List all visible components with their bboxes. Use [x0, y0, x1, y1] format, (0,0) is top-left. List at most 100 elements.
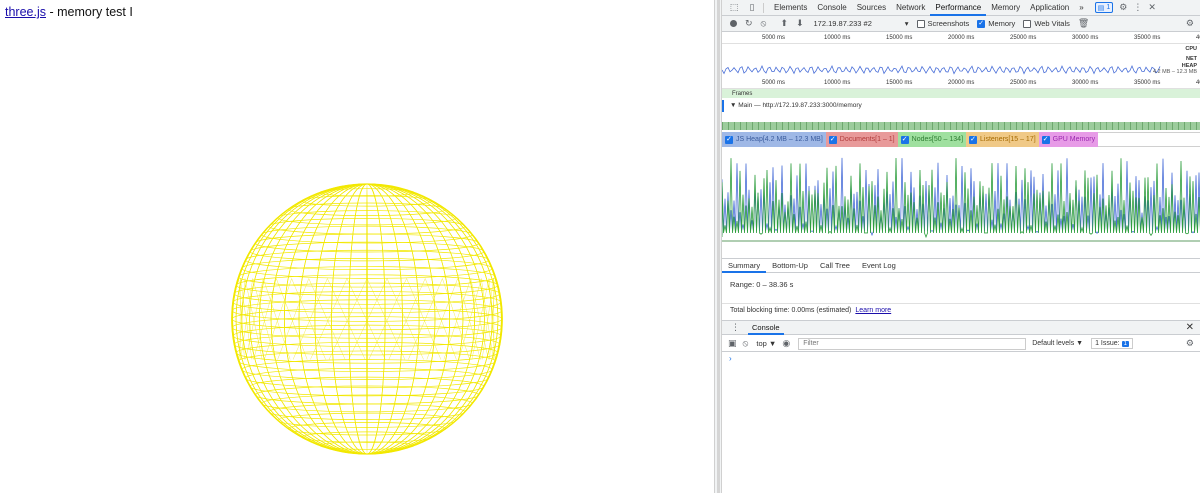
range-summary: Range: 0 – 38.36 s: [730, 280, 794, 289]
console-prompt[interactable]: ›: [722, 354, 1200, 364]
counter-graph-canvas: [721, 157, 1200, 242]
details-tabs: Summary Bottom-Up Call Tree Event Log: [722, 258, 1200, 273]
frames-track[interactable]: Frames: [722, 88, 1200, 98]
heap-overview: HEAP 4.2 MB – 12.3 MB: [721, 62, 1200, 77]
tbt-text: Total blocking time: 0.00ms (estimated): [730, 307, 852, 314]
settings-icon[interactable]: ⚙: [1119, 2, 1127, 13]
counter-toggle[interactable]: ✓ JS Heap[4.2 MB – 12.3 MB]: [722, 132, 826, 147]
heap-overview-graph: [721, 64, 1161, 75]
log-levels-select[interactable]: Default levels ▼: [1032, 340, 1083, 347]
close-devtools-icon[interactable]: ✕: [1148, 2, 1156, 13]
checkbox-box: ✓: [725, 135, 733, 144]
web-vitals-label: Web Vitals: [1034, 19, 1070, 28]
console-filter-input[interactable]: Filter: [798, 337, 1027, 350]
devtools-tabbar: ⬚ ▯ Elements Console Sources Network Per…: [722, 0, 1200, 16]
capture-settings-icon[interactable]: ⚙: [1186, 18, 1194, 29]
cpu-overview: CPU NET: [722, 43, 1200, 62]
chevron-down-icon: ▾: [904, 19, 909, 28]
ruler-tick-label: 35000 ms: [1134, 80, 1161, 86]
ruler-tick-label: 10000 ms: [824, 80, 851, 86]
memory-label: Memory: [988, 19, 1016, 28]
issues-badge[interactable]: ▤ 1: [1094, 2, 1114, 13]
counter-toggle[interactable]: ✓ Listeners[15 – 17]: [966, 132, 1039, 147]
checkbox-box: ✓: [1041, 135, 1050, 144]
tab-performance[interactable]: Performance: [930, 0, 987, 16]
ruler-tick-label: 20000 ms: [948, 35, 975, 41]
issues-label: 1 Issue:: [1095, 340, 1120, 347]
tab-memory[interactable]: Memory: [986, 0, 1025, 16]
tab-event-log[interactable]: Event Log: [856, 258, 902, 273]
console-settings-icon[interactable]: ⚙: [1186, 338, 1194, 349]
checkbox-box: ✓: [969, 135, 978, 144]
record-button[interactable]: [730, 20, 737, 27]
drawer-tab-console[interactable]: Console: [748, 320, 784, 335]
checkbox-box: ✓: [900, 135, 909, 144]
page-viewport: three.js - memory test I: [0, 0, 714, 493]
counter-label: Nodes[50 – 134]: [911, 136, 964, 143]
page-title-suffix: - memory test I: [46, 5, 133, 19]
threejs-link[interactable]: three.js: [5, 5, 46, 19]
more-tabs-button[interactable]: »: [1074, 0, 1088, 16]
heap-range-label: 4.2 MB – 12.3 MB: [1152, 69, 1197, 75]
sphere-canvas: [231, 183, 503, 455]
ruler-tick-label: 30000 ms: [1072, 35, 1099, 41]
memory-counters: ✓ JS Heap[4.2 MB – 12.3 MB] ✓ Documents[1 –…: [722, 132, 1200, 147]
ruler-tick-label: 25000 ms: [1010, 80, 1037, 86]
tab-elements[interactable]: Elements: [769, 0, 812, 16]
eye-icon[interactable]: ◉: [782, 338, 790, 349]
tab-application[interactable]: Application: [1025, 0, 1074, 16]
tab-sources[interactable]: Sources: [852, 0, 891, 16]
frames-label: Frames: [732, 91, 753, 97]
counter-label: Listeners[15 – 17]: [980, 136, 1036, 143]
tab-bottom-up[interactable]: Bottom-Up: [766, 258, 814, 273]
wireframe-sphere: [228, 180, 506, 458]
ruler-tick-label: 30000 ms: [1072, 80, 1099, 86]
message-icon: ▤: [1097, 4, 1105, 12]
counter-label: JS Heap[4.2 MB – 12.3 MB]: [736, 136, 823, 143]
inspect-icon[interactable]: ⬚: [728, 2, 740, 14]
upload-icon[interactable]: ⬆: [780, 18, 788, 29]
issues-badge-count: 1: [1106, 4, 1111, 11]
total-blocking-time: Total blocking time: 0.00ms (estimated) L…: [722, 303, 1200, 317]
counter-toggle[interactable]: ✓ Nodes[50 – 134]: [897, 132, 967, 147]
device-toolbar-icon[interactable]: ▯: [746, 2, 758, 14]
checkbox-box: ✓: [828, 135, 837, 144]
counter-label: Documents[1 – 1]: [839, 136, 895, 143]
main-thread-track[interactable]: ▼ Main — http://172.19.87.233:3000/memor…: [722, 100, 1200, 112]
counter-toggle[interactable]: ✓ Documents[1 – 1]: [825, 132, 898, 147]
drawer-header: ⋮ Console ✕: [722, 320, 1200, 335]
ruler-tick-label: 25000 ms: [1010, 35, 1037, 41]
drawer-menu-icon[interactable]: ⋮: [731, 322, 740, 333]
tab-network[interactable]: Network: [891, 0, 930, 16]
console-toolbar: ▣ ⦸ top ▼ ◉ Filter Default levels ▼ 1 Is…: [722, 336, 1200, 352]
tab-call-tree[interactable]: Call Tree: [814, 258, 856, 273]
ruler-tick-label: 4000: [1196, 80, 1200, 86]
trash-icon[interactable]: 🗑: [1078, 18, 1089, 29]
ruler-tick-label: 35000 ms: [1134, 35, 1161, 41]
clear-icon[interactable]: ⦸: [761, 18, 767, 29]
issues-count: 1: [1121, 340, 1129, 347]
reload-record-icon[interactable]: ↻: [745, 18, 753, 29]
close-drawer-icon[interactable]: ✕: [1186, 322, 1194, 333]
devtools-panel: ⬚ ▯ Elements Console Sources Network Per…: [721, 0, 1200, 493]
counter-toggle[interactable]: ✓ GPU Memory: [1038, 132, 1099, 147]
tab-summary[interactable]: Summary: [722, 258, 767, 273]
more-options-icon[interactable]: ⋮: [1133, 2, 1142, 13]
ruler-tick-label: 20000 ms: [948, 80, 975, 86]
clear-console-icon[interactable]: ⦸: [743, 338, 749, 349]
learn-more-link[interactable]: Learn more: [855, 307, 891, 314]
web-vitals-checkbox[interactable]: Web Vitals: [1023, 19, 1070, 28]
sidebar-toggle-icon[interactable]: ▣: [728, 338, 737, 349]
issues-counter[interactable]: 1 Issue: 1: [1091, 338, 1133, 349]
counter-label: GPU Memory: [1052, 136, 1096, 143]
recording-select[interactable]: 172.19.87.233 #2 ▾: [814, 19, 909, 28]
screenshots-label: Screenshots: [927, 19, 970, 28]
memory-checkbox[interactable]: ✓ Memory: [977, 19, 1015, 28]
ruler-tick-label: 5000 ms: [762, 35, 786, 41]
checkbox-box: [1023, 19, 1032, 28]
tab-console[interactable]: Console: [812, 0, 851, 16]
download-icon[interactable]: ⬇: [796, 18, 804, 29]
screenshots-checkbox[interactable]: Screenshots: [916, 19, 970, 28]
context-select[interactable]: top ▼: [756, 339, 776, 348]
devtools-splitter[interactable]: [714, 0, 722, 493]
